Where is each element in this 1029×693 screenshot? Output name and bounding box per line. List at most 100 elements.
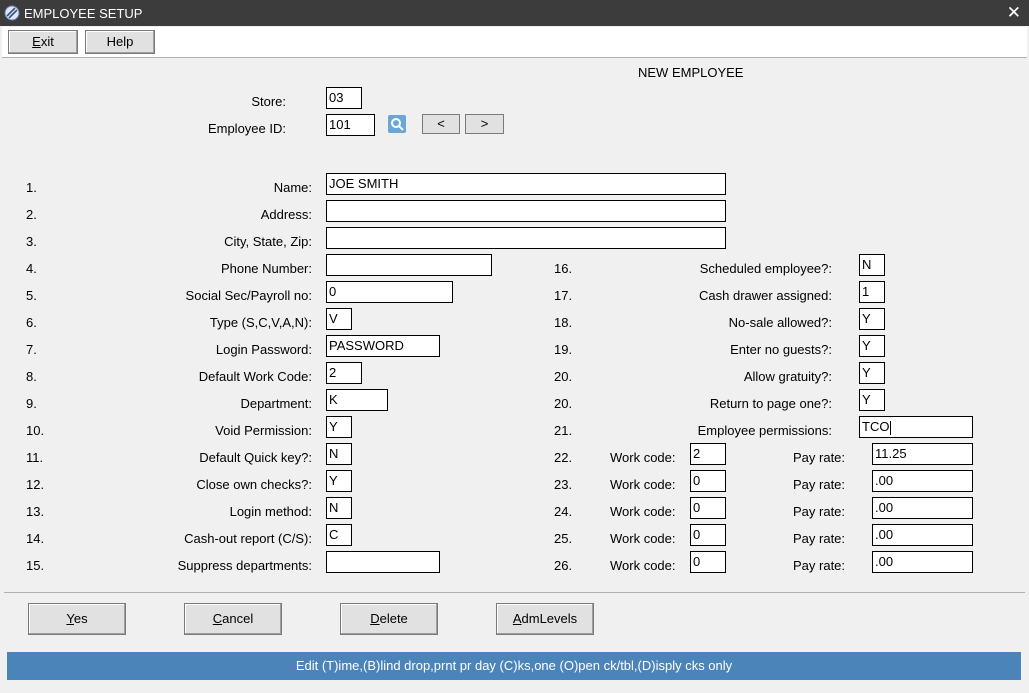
field-number: 12. xyxy=(26,477,45,492)
store-label: Store: xyxy=(251,94,286,109)
work-code-label: Work code: xyxy=(610,504,676,519)
form-heading: NEW EMPLOYEE xyxy=(638,65,744,80)
pay-rate-label: Pay rate: xyxy=(793,450,846,465)
previous-employee-button[interactable]: < xyxy=(422,114,460,134)
field-label: Employee permissions: xyxy=(697,423,832,438)
employee-id-input[interactable]: 101 xyxy=(326,114,375,136)
field-label: Suppress departments: xyxy=(177,558,312,573)
work-code-input[interactable]: 2 xyxy=(690,443,726,465)
work-code-input[interactable]: 0 xyxy=(690,551,726,573)
field-label: Default Quick key?: xyxy=(199,450,312,465)
pay-rate-input[interactable]: .00 xyxy=(872,524,973,546)
field-value: Y xyxy=(862,392,871,407)
field-input[interactable]: 0 xyxy=(326,281,453,303)
field-input[interactable]: C xyxy=(326,524,352,546)
search-icon[interactable] xyxy=(388,115,406,133)
field-input[interactable]: Y xyxy=(326,416,352,438)
field-input[interactable]: Y xyxy=(859,308,885,330)
work-code-input[interactable]: 0 xyxy=(690,524,726,546)
title-bar: EMPLOYEE SETUP ✕ xyxy=(0,0,1029,26)
cancel-button[interactable]: Cancel xyxy=(184,603,282,635)
field-value: TCO xyxy=(862,419,890,434)
field-input[interactable]: TCO xyxy=(859,416,973,438)
field-number: 2. xyxy=(26,207,37,222)
toolbar: Exit Help xyxy=(2,27,1027,58)
admlevels-mnemonic: A xyxy=(512,611,522,626)
field-label: No-sale allowed?: xyxy=(728,315,832,330)
field-input[interactable]: K xyxy=(326,389,388,411)
pay-rate-input[interactable]: 11.25 xyxy=(872,443,973,465)
field-label: Address: xyxy=(260,207,312,222)
yes-button[interactable]: Yes xyxy=(28,603,126,635)
field-number: 6. xyxy=(26,315,37,330)
exit-label: xit xyxy=(40,34,54,49)
field-number: 14. xyxy=(26,531,45,546)
store-input[interactable]: 03 xyxy=(326,87,362,109)
work-code-input[interactable]: 0 xyxy=(690,497,726,519)
field-number: 1. xyxy=(26,180,37,195)
field-label: Phone Number: xyxy=(220,261,312,276)
field-input[interactable] xyxy=(326,200,726,222)
close-icon[interactable]: ✕ xyxy=(1007,3,1021,23)
field-input[interactable]: Y xyxy=(859,389,885,411)
field-number: 13. xyxy=(26,504,45,519)
work-code-label: Work code: xyxy=(610,477,676,492)
work-code-number: 24. xyxy=(554,504,573,519)
field-value: 1 xyxy=(862,284,870,299)
field-input[interactable]: Y xyxy=(859,335,885,357)
field-label: Default Work Code: xyxy=(198,369,312,384)
field-label: Cash-out report (C/S): xyxy=(184,531,312,546)
status-bar: Edit (T)ime,(B)lind drop,prnt pr day (C)… xyxy=(7,652,1021,680)
field-number: 17. xyxy=(554,288,573,303)
field-input[interactable]: V xyxy=(326,308,352,330)
help-button[interactable]: Help xyxy=(85,30,155,54)
admlevels-button[interactable]: AdmLevels xyxy=(496,603,594,635)
delete-mnemonic: D xyxy=(370,611,380,626)
exit-button[interactable]: Exit xyxy=(8,30,78,54)
field-input[interactable] xyxy=(326,254,492,276)
work-code-label: Work code: xyxy=(610,531,676,546)
work-code-number: 22. xyxy=(554,450,573,465)
field-input[interactable]: JOE SMITH xyxy=(326,173,726,195)
field-input[interactable]: Y xyxy=(326,470,352,492)
field-label: Allow gratuity?: xyxy=(743,369,832,384)
field-input[interactable]: N xyxy=(326,443,352,465)
field-input[interactable]: N xyxy=(326,497,352,519)
field-number: 18. xyxy=(554,315,573,330)
field-input[interactable]: 2 xyxy=(326,362,362,384)
field-number: 7. xyxy=(26,342,37,357)
admlevels-label: dmLevels xyxy=(521,611,578,626)
field-input[interactable]: 1 xyxy=(859,281,885,303)
field-number: 20. xyxy=(554,369,573,384)
action-bar: Yes Cancel Delete AdmLevels xyxy=(4,592,1025,645)
exit-mnemonic: E xyxy=(32,34,41,49)
pay-rate-label: Pay rate: xyxy=(793,477,846,492)
field-input[interactable] xyxy=(326,227,726,249)
work-code-input[interactable]: 0 xyxy=(690,470,726,492)
pay-rate-input[interactable]: .00 xyxy=(872,497,973,519)
work-code-number: 23. xyxy=(554,477,573,492)
cancel-label: ancel xyxy=(222,611,254,626)
field-label: City, State, Zip: xyxy=(224,234,312,249)
field-label: Social Sec/Payroll no: xyxy=(185,288,312,303)
employee-form: NEW EMPLOYEE Store: 03 Employee ID: 101 … xyxy=(2,58,1027,588)
field-input[interactable]: Y xyxy=(859,362,885,384)
field-label: Type (S,C,V,A,N): xyxy=(209,315,312,330)
next-employee-button[interactable]: > xyxy=(465,114,504,134)
field-label: Void Permission: xyxy=(215,423,312,438)
field-number: 8. xyxy=(26,369,37,384)
field-input[interactable]: N xyxy=(859,254,885,276)
pay-rate-input[interactable]: .00 xyxy=(872,470,973,492)
work-code-label: Work code: xyxy=(610,450,676,465)
pay-rate-input[interactable]: .00 xyxy=(872,551,973,573)
field-label: Scheduled employee?: xyxy=(699,261,832,276)
delete-button[interactable]: Delete xyxy=(340,603,438,635)
field-label: Cash drawer assigned: xyxy=(699,288,832,303)
text-caret xyxy=(890,420,892,435)
work-code-label: Work code: xyxy=(610,558,676,573)
field-input[interactable]: PASSWORD xyxy=(326,335,440,357)
delete-label: elete xyxy=(379,611,408,626)
field-label: Close own checks?: xyxy=(196,477,312,492)
field-number: 15. xyxy=(26,558,45,573)
field-input[interactable] xyxy=(326,551,440,573)
